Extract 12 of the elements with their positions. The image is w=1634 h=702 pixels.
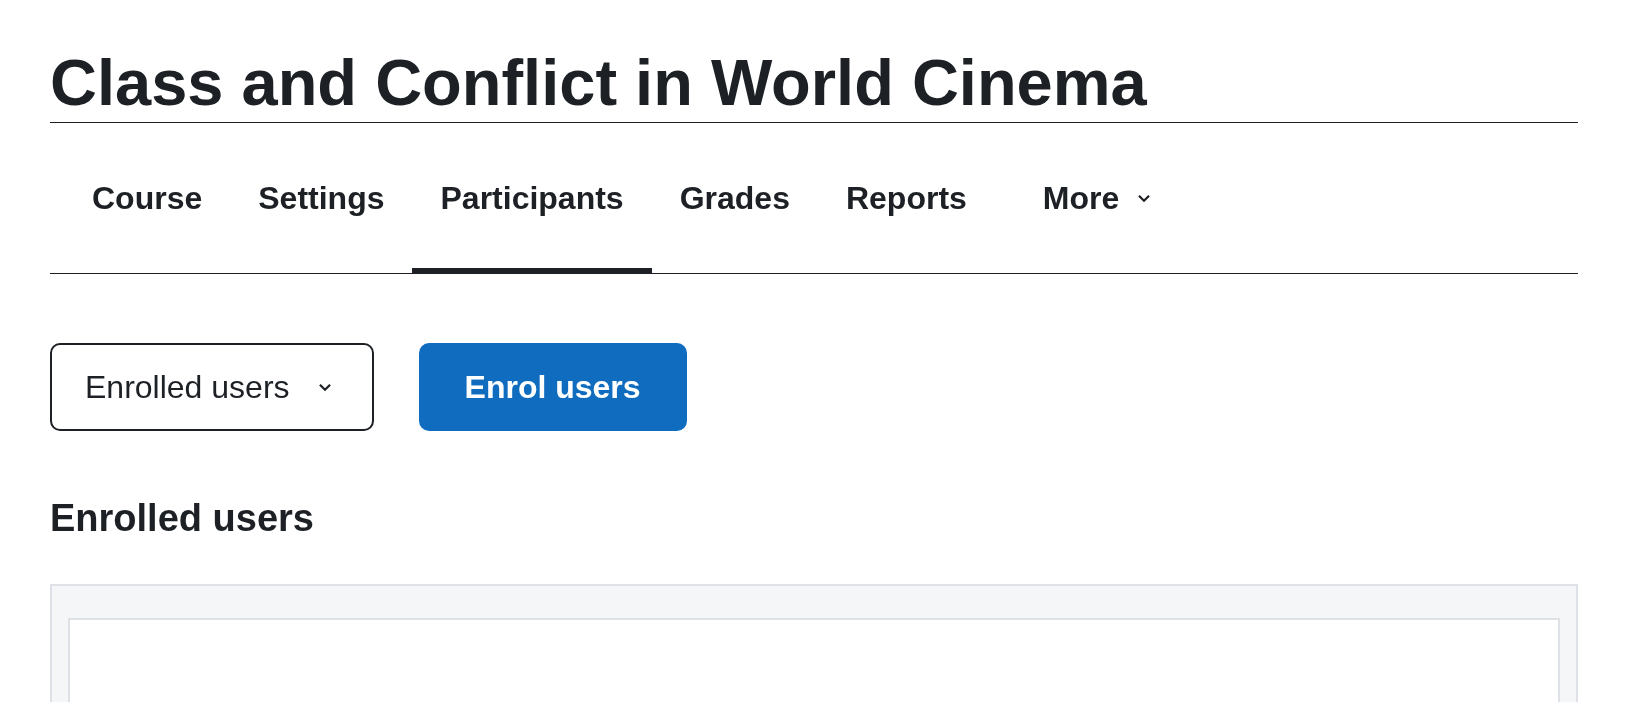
nav-tab[interactable]: Grades xyxy=(651,128,818,273)
nav-tab[interactable]: Participants xyxy=(412,128,652,273)
chevron-down-icon xyxy=(1137,193,1152,203)
section-heading: Enrolled users xyxy=(50,496,315,541)
nav-tab[interactable]: Reports xyxy=(817,128,995,273)
nav-tab[interactable]: More xyxy=(1014,128,1180,273)
nav-tab[interactable]: Course xyxy=(64,128,231,273)
enrol-users-button[interactable]: Enrol users xyxy=(418,343,687,431)
nav-tab[interactable]: Settings xyxy=(230,128,413,273)
page-title: Class and Conflict in World Cinema xyxy=(50,0,1578,123)
view-select[interactable]: Enrolled users xyxy=(50,343,374,431)
chevron-down-icon xyxy=(317,382,332,392)
